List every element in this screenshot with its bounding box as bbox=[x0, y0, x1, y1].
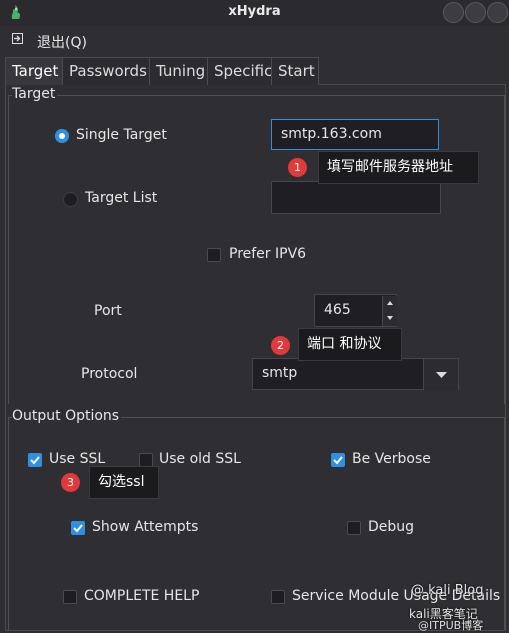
protocol-select[interactable]: smtp bbox=[252, 358, 459, 390]
protocol-value: smtp bbox=[262, 365, 298, 381]
port-decrement[interactable] bbox=[382, 311, 397, 326]
single-target-value: smtp.163.com bbox=[281, 126, 382, 142]
tab-passwords[interactable]: Passwords bbox=[62, 57, 156, 85]
single-target-input[interactable]: smtp.163.com bbox=[271, 119, 439, 150]
chevron-up-icon bbox=[387, 301, 393, 305]
debug-checkbox[interactable] bbox=[347, 521, 361, 535]
caret-down-icon bbox=[436, 372, 447, 378]
port-increment[interactable] bbox=[382, 296, 397, 311]
be-verbose-label: Be Verbose bbox=[352, 451, 431, 467]
target-list-input[interactable] bbox=[271, 181, 441, 214]
watermark-kali-blog: @ kali Blog bbox=[411, 583, 484, 598]
annotation-callout-1: 填写邮件服务器地址 bbox=[318, 151, 479, 184]
show-attempts-checkbox[interactable] bbox=[71, 521, 85, 535]
check-icon bbox=[333, 456, 343, 465]
complete-help-label: COMPLETE HELP bbox=[84, 588, 200, 604]
annotation-callout-2: 端口 和协议 bbox=[298, 328, 402, 361]
single-target-label: Single Target bbox=[76, 127, 167, 143]
prefer-ipv6-label: Prefer IPV6 bbox=[229, 246, 307, 262]
minimize-button[interactable] bbox=[443, 2, 464, 23]
tab-tuning[interactable]: Tuning bbox=[149, 57, 212, 85]
target-group-title: Target bbox=[12, 86, 58, 102]
tab-target[interactable]: Target bbox=[5, 57, 67, 85]
complete-help-checkbox[interactable] bbox=[63, 590, 77, 604]
target-list-label: Target List bbox=[85, 190, 158, 206]
annotation-badge-1: 1 bbox=[288, 158, 307, 177]
annotation-badge-2: 2 bbox=[271, 336, 290, 355]
protocol-dropdown-button[interactable] bbox=[423, 359, 458, 390]
tab-start[interactable]: Start bbox=[271, 57, 319, 85]
maximize-button[interactable] bbox=[465, 2, 486, 23]
show-attempts-label: Show Attempts bbox=[92, 519, 199, 535]
target-list-radio[interactable] bbox=[63, 192, 78, 207]
use-ssl-checkbox[interactable] bbox=[28, 453, 42, 467]
port-label: Port bbox=[94, 303, 122, 319]
annotation-badge-3: 3 bbox=[61, 473, 80, 492]
annotation-callout-3: 勾选ssl bbox=[89, 466, 159, 499]
service-module-usage-checkbox[interactable] bbox=[271, 590, 285, 604]
prefer-ipv6-checkbox[interactable] bbox=[207, 248, 221, 262]
use-old-ssl-label: Use old SSL bbox=[159, 451, 241, 467]
use-old-ssl-checkbox[interactable] bbox=[139, 453, 153, 467]
exit-icon bbox=[12, 33, 23, 44]
watermark-itpub: @ITPUB博客 bbox=[418, 619, 484, 632]
output-options-title: Output Options bbox=[12, 408, 122, 424]
tab-specific[interactable]: Specific bbox=[207, 57, 277, 85]
window-title: xHydra bbox=[228, 4, 281, 19]
debug-label: Debug bbox=[368, 519, 415, 535]
port-value: 465 bbox=[324, 302, 351, 318]
single-target-radio[interactable] bbox=[55, 129, 69, 143]
check-icon bbox=[73, 524, 83, 533]
be-verbose-checkbox[interactable] bbox=[331, 453, 345, 467]
chevron-down-icon bbox=[387, 316, 393, 320]
use-ssl-label: Use SSL bbox=[49, 451, 106, 467]
protocol-label: Protocol bbox=[81, 366, 138, 382]
close-button[interactable] bbox=[487, 2, 508, 23]
port-spinbox[interactable]: 465 bbox=[314, 294, 397, 327]
menu-exit[interactable]: 退出(Q) bbox=[37, 32, 87, 52]
check-icon bbox=[30, 456, 40, 465]
